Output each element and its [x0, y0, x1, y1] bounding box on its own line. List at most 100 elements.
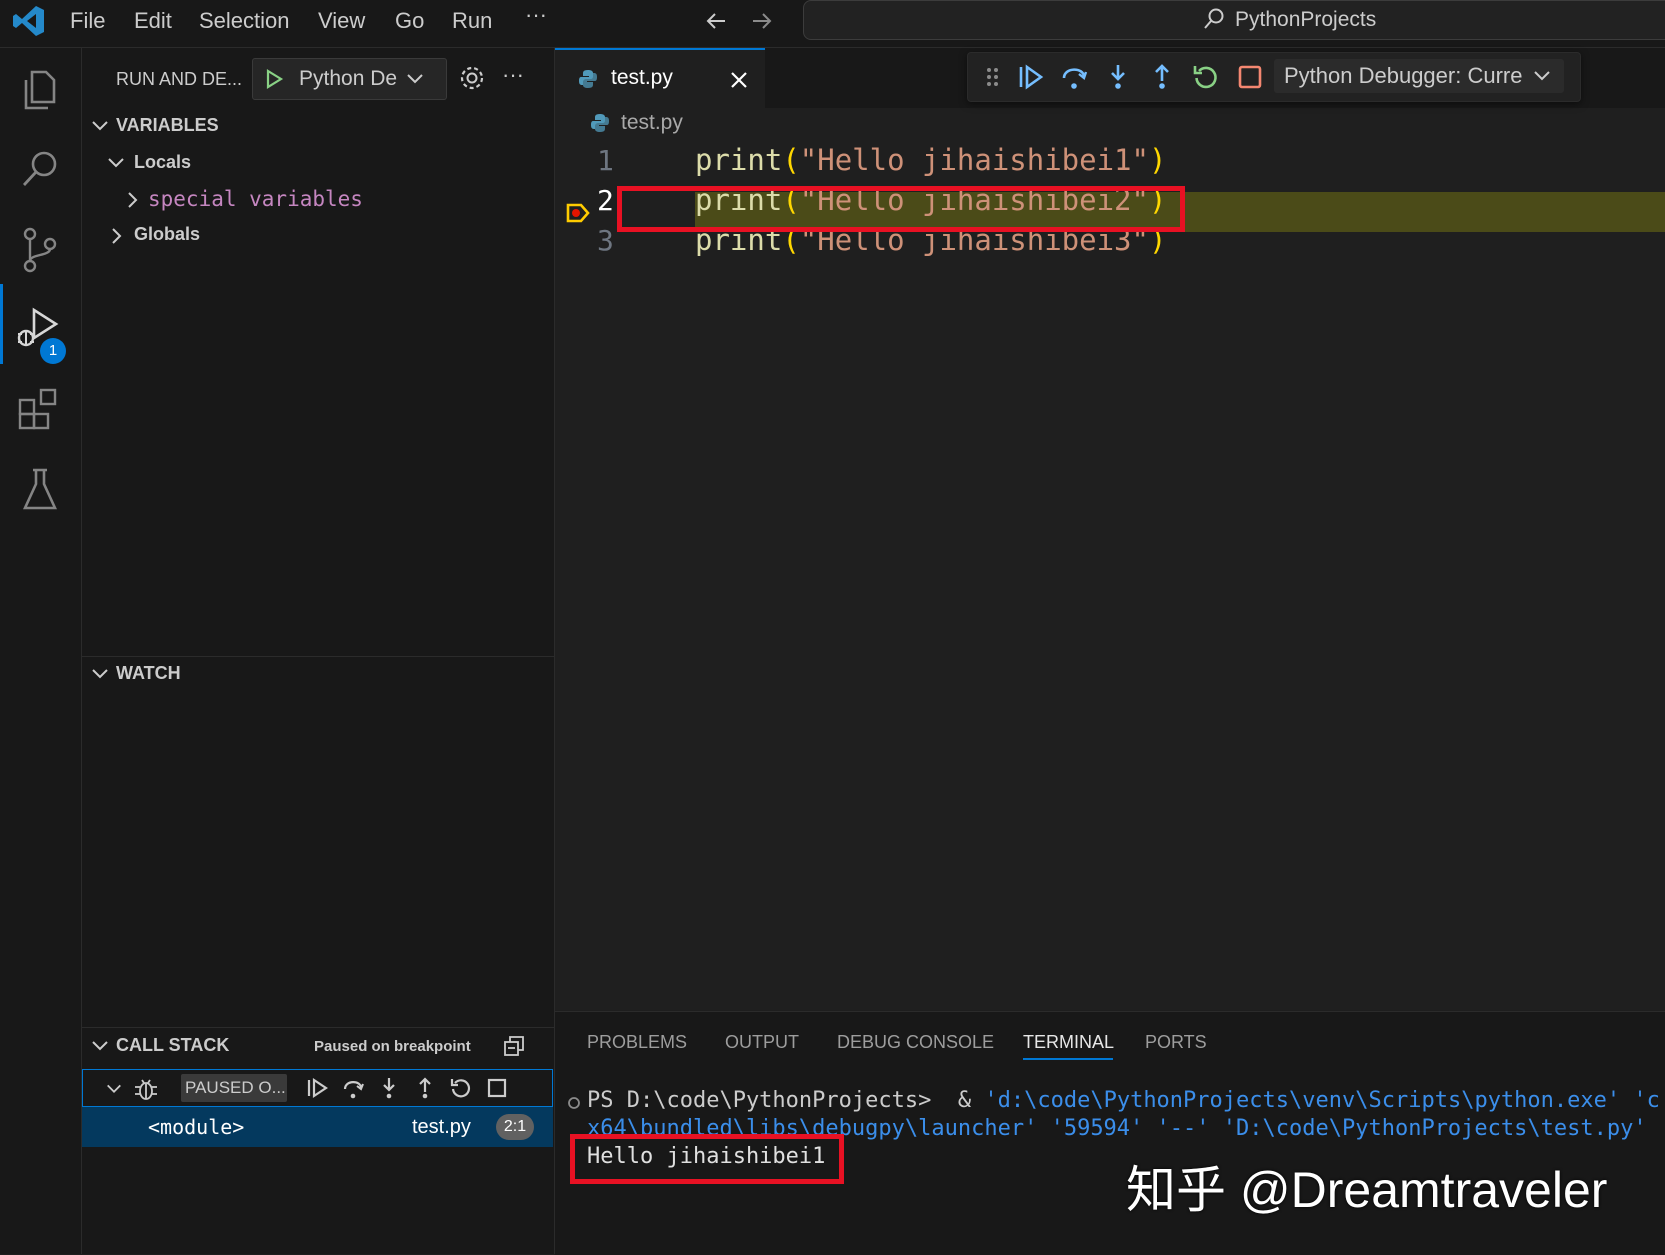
- back-arrow-icon[interactable]: [703, 8, 729, 34]
- frame-position-badge: 2:1: [496, 1114, 534, 1140]
- chevron-down-icon: [1534, 71, 1550, 81]
- python-file-icon: [591, 114, 609, 132]
- sidebar-header-title: RUN AND DE...: [116, 69, 243, 89]
- drag-handle-icon[interactable]: [984, 65, 1002, 89]
- call-stack-thread-row[interactable]: PAUSED O...: [82, 1069, 553, 1107]
- tab-terminal[interactable]: TERMINAL: [1023, 1032, 1114, 1053]
- restart-icon[interactable]: [449, 1076, 473, 1100]
- title-bar: File Edit Selection View Go Run ··· Pyth…: [0, 0, 1665, 48]
- testing-flask-icon[interactable]: [14, 464, 66, 516]
- section-divider: [82, 656, 554, 657]
- menu-view[interactable]: View: [318, 8, 365, 34]
- source-control-icon[interactable]: [14, 224, 66, 276]
- explorer-icon[interactable]: [14, 64, 66, 116]
- chevron-down-icon[interactable]: [105, 1080, 123, 1098]
- chevron-down-icon[interactable]: [90, 116, 110, 136]
- terminal-prompt: PS D:\code\PythonProjects>: [587, 1088, 932, 1113]
- more-actions-icon[interactable]: ···: [502, 62, 524, 88]
- menu-go[interactable]: Go: [395, 8, 424, 34]
- editor-area: test.py Python Debugger: Curre test.py 1…: [555, 48, 1665, 1010]
- code-token-function: print: [695, 143, 783, 177]
- step-over-icon[interactable]: [1060, 63, 1088, 91]
- active-tab-indicator: [1023, 1058, 1113, 1060]
- python-file-icon: [579, 70, 597, 88]
- code-token-string: "Hello jihaishibei1": [799, 143, 1149, 177]
- annotation-box: [617, 186, 1185, 232]
- watch-section-title[interactable]: WATCH: [116, 663, 181, 684]
- debug-config-dropdown[interactable]: Python De: [252, 58, 447, 100]
- chevron-down-icon[interactable]: [90, 664, 110, 684]
- search-view-icon[interactable]: [14, 144, 66, 196]
- tab-test-py[interactable]: test.py: [555, 48, 765, 108]
- terminal-line-command: PS D:\code\PythonProjects> & 'd:\code\Py…: [587, 1088, 1665, 1113]
- tab-label: test.py: [611, 66, 673, 89]
- continue-icon[interactable]: [1016, 63, 1044, 91]
- paused-badge: PAUSED O...: [181, 1074, 287, 1102]
- search-label: PythonProjects: [1235, 8, 1377, 31]
- chevron-down-icon[interactable]: [90, 1036, 110, 1056]
- stop-icon[interactable]: [485, 1076, 509, 1100]
- restart-icon[interactable]: [1192, 63, 1220, 91]
- menu-file[interactable]: File: [70, 8, 105, 34]
- frame-name: <module>: [148, 1115, 245, 1139]
- step-out-icon[interactable]: [1148, 63, 1176, 91]
- debug-sidebar: RUN AND DE... Python De ··· VARIABLES Lo…: [82, 48, 555, 1254]
- tab-problems[interactable]: PROBLEMS: [587, 1032, 687, 1053]
- debug-badge: 1: [40, 338, 66, 364]
- code-token-bracket: ): [1148, 143, 1167, 177]
- stop-icon[interactable]: [1236, 63, 1264, 91]
- annotation-box: [570, 1134, 844, 1184]
- watermark-text: 知乎 @Dreamtraveler: [1126, 1162, 1608, 1218]
- menu-edit[interactable]: Edit: [134, 8, 172, 34]
- collapse-all-icon[interactable]: [502, 1034, 526, 1058]
- menu-run[interactable]: Run: [452, 8, 492, 34]
- menu-more[interactable]: ···: [525, 2, 547, 28]
- command-center-search[interactable]: PythonProjects: [803, 0, 1665, 40]
- forward-arrow-icon[interactable]: [749, 8, 775, 34]
- vscode-logo-icon: [13, 6, 44, 36]
- debug-config-label: Python De: [299, 67, 398, 90]
- terminal-command: 'd:\code\PythonProjects\venv\Scripts\pyt…: [984, 1088, 1665, 1113]
- paused-label: PAUSED O...: [185, 1078, 286, 1097]
- call-stack-frame-row[interactable]: <module> test.py 2:1: [82, 1107, 553, 1147]
- bug-icon: [135, 1079, 157, 1100]
- tab-output[interactable]: OUTPUT: [725, 1032, 799, 1053]
- locals-scope[interactable]: Locals: [134, 152, 191, 173]
- debug-toolbar: Python Debugger: Curre: [967, 52, 1581, 102]
- line-number: 2: [597, 184, 614, 217]
- step-into-icon[interactable]: [1104, 63, 1132, 91]
- globals-scope[interactable]: Globals: [134, 224, 200, 245]
- terminal-amp: &: [957, 1088, 972, 1113]
- step-into-icon[interactable]: [377, 1076, 401, 1100]
- menu-selection[interactable]: Selection: [199, 8, 290, 34]
- gear-icon[interactable]: [458, 64, 486, 92]
- tab-ports[interactable]: PORTS: [1145, 1032, 1207, 1053]
- call-stack-status: Paused on breakpoint: [314, 1038, 471, 1055]
- tab-debug-console[interactable]: DEBUG CONSOLE: [837, 1032, 994, 1053]
- chevron-down-icon[interactable]: [106, 153, 126, 173]
- chevron-right-icon[interactable]: [122, 190, 142, 210]
- frame-file: test.py: [412, 1116, 471, 1138]
- breadcrumb[interactable]: test.py: [621, 111, 683, 135]
- step-over-icon[interactable]: [341, 1076, 365, 1100]
- close-icon[interactable]: [729, 70, 749, 90]
- command-status-icon: [568, 1097, 580, 1109]
- call-stack-section-title[interactable]: CALL STACK: [116, 1035, 229, 1056]
- chevron-right-icon[interactable]: [106, 226, 126, 246]
- extensions-icon[interactable]: [14, 384, 66, 436]
- continue-icon[interactable]: [305, 1076, 329, 1100]
- variables-section-title[interactable]: VARIABLES: [116, 115, 219, 136]
- breakpoint-current-icon[interactable]: [565, 200, 591, 226]
- activity-bar: 1: [0, 48, 82, 1254]
- chevron-down-icon: [407, 74, 423, 84]
- code-line[interactable]: print("Hello jihaishibei1"): [695, 143, 1166, 177]
- debug-config-select-label: Python Debugger: Curre: [1284, 63, 1523, 88]
- special-variables-node[interactable]: special variables: [148, 187, 363, 211]
- search-icon: [1204, 8, 1224, 29]
- start-debugging-icon[interactable]: [263, 68, 285, 90]
- line-number: 3: [597, 224, 614, 257]
- section-divider: [82, 1027, 554, 1028]
- step-out-icon[interactable]: [413, 1076, 437, 1100]
- debug-config-select[interactable]: Python Debugger: Curre: [1274, 59, 1564, 93]
- line-number: 1: [597, 144, 614, 177]
